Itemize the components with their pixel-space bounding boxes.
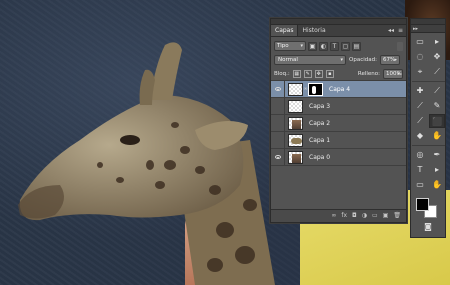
eyedropper-tool-icon[interactable]: ⟋ [429, 65, 445, 79]
visibility-eye-icon[interactable] [271, 80, 285, 98]
layer-row-capa-2[interactable]: Capa 2 [271, 114, 406, 132]
trash-icon[interactable]: 🗑 [393, 213, 401, 219]
layers-panel[interactable]: Capas Historia ◂◂ ≡ Tipo ▾ ▣ ◐ T ▢ ▤ Norm… [270, 18, 407, 223]
visibility-eye-icon[interactable] [271, 148, 285, 166]
layer-name: Capa 0 [309, 153, 331, 161]
visibility-eye-icon[interactable] [271, 114, 285, 132]
filter-kind-value: Tipo [277, 43, 289, 49]
filter-row: Tipo ▾ ▣ ◐ T ▢ ▤ [271, 39, 406, 53]
lasso-tool-icon[interactable]: ◌ [412, 50, 428, 64]
healing-brush-tool-icon[interactable]: ✚ [412, 84, 428, 98]
history-brush-tool-icon[interactable]: ✎ [429, 99, 445, 113]
lock-row: Bloq.: ▦ ✎ ✥ ▪ Relleno: 100% ▸ [271, 67, 406, 81]
tools-panel[interactable]: ▸▸ ▭ ▸ ◌ ✥ ⌖ ⟋ ✚ ⟋ ⟋ ✎ ⟋ ⬛ ◆ ✋ ◎ ✒ T ▸ ▭… [410, 18, 446, 238]
layer-name: Capa 4 [329, 85, 351, 93]
collapse-icon[interactable]: ◂◂ [388, 28, 394, 34]
filter-kind-select[interactable]: Tipo ▾ [274, 41, 306, 51]
layer-mask-thumbnail[interactable] [308, 82, 323, 96]
lock-image-icon[interactable]: ✎ [303, 69, 312, 78]
layer-row-capa-3[interactable]: Capa 3 [271, 97, 406, 115]
color-swatches [411, 196, 445, 222]
filter-toggle-switch[interactable] [397, 41, 403, 51]
lock-transparent-icon[interactable]: ▦ [292, 69, 301, 78]
tab-capas[interactable]: Capas [271, 25, 299, 36]
smart-object-filter-icon[interactable]: ▤ [352, 41, 361, 51]
path-selection-tool-icon[interactable]: ▸ [429, 163, 445, 177]
layer-row-capa-0[interactable]: Capa 0 [271, 148, 406, 166]
new-group-icon[interactable]: ▭ [372, 213, 378, 219]
blend-mode-select[interactable]: Normal ▾ [274, 55, 346, 65]
layer-row-capa-4[interactable]: ∞ Capa 4 [271, 80, 406, 98]
lock-all-icon[interactable]: ▪ [325, 69, 334, 78]
paint-bucket-tool-icon[interactable]: ⬛ [429, 114, 445, 128]
layer-name: Capa 2 [309, 119, 331, 127]
lock-position-icon[interactable]: ✥ [314, 69, 323, 78]
visibility-eye-icon[interactable] [271, 131, 285, 149]
quick-selection-tool-icon[interactable]: ✥ [429, 50, 445, 64]
quick-mask-icon[interactable]: ◙ [411, 222, 445, 231]
pen-tool-icon[interactable]: ✒ [429, 148, 445, 162]
add-mask-icon[interactable]: ◘ [352, 213, 357, 219]
rectangle-tool-icon[interactable]: ▭ [412, 178, 428, 192]
fx-icon[interactable]: fx [341, 213, 347, 219]
blend-row: Normal ▾ Opacidad: 67% ▸ [271, 53, 406, 67]
panel-tab-row: Capas Historia ◂◂ ≡ [271, 25, 406, 37]
hand-tool-icon[interactable]: ✋ [429, 178, 445, 192]
layer-thumbnail [288, 133, 303, 147]
zoom-tool-icon[interactable]: ◎ [412, 148, 428, 162]
layer-thumbnail [288, 99, 303, 113]
lock-label: Bloq.: [274, 70, 290, 77]
link-layers-icon[interactable]: ∞ [331, 213, 336, 219]
clone-stamp-tool-icon[interactable]: ⟋ [412, 99, 428, 113]
new-layer-icon[interactable]: ▣ [383, 213, 389, 219]
foreground-color-swatch[interactable] [416, 198, 429, 211]
marquee-tool-icon[interactable]: ▭ [412, 35, 428, 49]
visibility-eye-icon[interactable] [271, 97, 285, 115]
blend-mode-value: Normal [278, 57, 298, 63]
tools-expand-icon[interactable]: ▸▸ [411, 25, 445, 33]
layers-list: ∞ Capa 4 Capa 3 Capa 2 Capa 1 Capa 0 [271, 80, 406, 181]
layers-panel-footer: ∞ fx ◘ ◑ ▭ ▣ 🗑 [271, 209, 406, 222]
panel-menu-icon[interactable]: ≡ [398, 28, 403, 34]
tab-historia[interactable]: Historia [298, 25, 329, 36]
brush-tool-icon[interactable]: ⟋ [429, 84, 445, 98]
crop-tool-icon[interactable]: ⌖ [412, 65, 428, 79]
opacity-label: Opacidad: [349, 57, 377, 63]
opacity-input[interactable]: 67% ▸ [379, 55, 400, 65]
tool-grid: ▭ ▸ ◌ ✥ ⌖ ⟋ ✚ ⟋ ⟋ ✎ ⟋ ⬛ ◆ ✋ ◎ ✒ T ▸ ▭ ✋ [411, 33, 445, 194]
type-filter-icon[interactable]: T [330, 41, 339, 51]
image-filter-icon[interactable]: ▣ [308, 41, 317, 51]
tool-divider [412, 81, 445, 82]
adjustment-layer-icon[interactable]: ◑ [362, 213, 367, 219]
shape-filter-icon[interactable]: ▢ [341, 41, 350, 51]
dodge-tool-icon[interactable]: ✋ [429, 129, 445, 143]
fill-input[interactable]: 100% ▸ [383, 68, 403, 79]
layer-row-capa-1[interactable]: Capa 1 [271, 131, 406, 149]
fill-label: Relleno: [357, 70, 380, 77]
adjustment-filter-icon[interactable]: ◐ [319, 41, 328, 51]
layer-thumbnail [288, 150, 303, 164]
type-tool-icon[interactable]: T [412, 163, 428, 177]
layer-thumbnail [288, 116, 303, 130]
opacity-value: 67% [382, 57, 396, 63]
tool-divider [412, 145, 445, 146]
blur-tool-icon[interactable]: ◆ [412, 129, 428, 143]
eraser-tool-icon[interactable]: ⟋ [412, 114, 428, 128]
move-tool-icon[interactable]: ▸ [429, 35, 445, 49]
layer-name: Capa 1 [309, 136, 331, 144]
layer-thumbnail [288, 82, 303, 96]
layer-name: Capa 3 [309, 102, 331, 110]
